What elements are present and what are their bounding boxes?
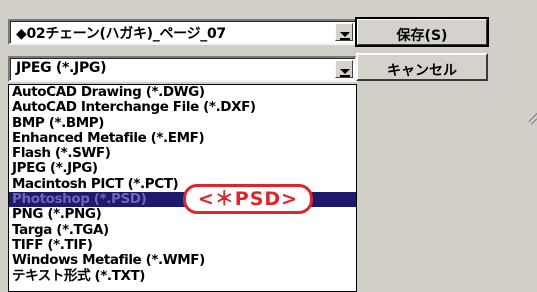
filename-combobox[interactable]: ◆02チェーン(ハガキ)_ページ_07 bbox=[8, 19, 357, 45]
save-button[interactable]: 保存(S) bbox=[355, 17, 489, 47]
list-item[interactable]: Targa (*.TGA) bbox=[9, 222, 356, 238]
list-item[interactable]: TIFF (*.TIF) bbox=[9, 237, 356, 253]
filename-value: ◆02チェーン(ハガキ)_ページ_07 bbox=[16, 26, 226, 42]
cancel-button[interactable]: キャンセル bbox=[356, 53, 488, 81]
filetype-combobox[interactable]: JPEG (*.JPG) bbox=[8, 56, 357, 82]
cancel-button-label: キャンセル bbox=[387, 63, 457, 79]
list-item[interactable]: Flash (*.SWF) bbox=[9, 146, 356, 161]
list-item[interactable]: JPEG (*.JPG) bbox=[9, 161, 356, 176]
filetype-value: JPEG (*.JPG) bbox=[16, 60, 107, 76]
list-item[interactable]: Windows Metafile (*.WMF) bbox=[9, 253, 356, 268]
psd-callout-label: <＊PSD> bbox=[183, 184, 313, 214]
save-button-label: 保存(S) bbox=[396, 28, 448, 44]
list-item[interactable]: テキスト形式 (*.TXT) bbox=[9, 268, 356, 284]
list-item[interactable]: AutoCAD Interchange File (*.DXF) bbox=[9, 100, 356, 115]
list-item[interactable]: AutoCAD Drawing (*.DWG) bbox=[9, 85, 356, 100]
list-item[interactable]: BMP (*.BMP) bbox=[9, 115, 356, 131]
save-dialog: ◆02チェーン(ハガキ)_ページ_07 JPEG (*.JPG) 保存(S) キ… bbox=[0, 0, 537, 292]
resize-grip-icon[interactable] bbox=[527, 112, 537, 125]
list-item[interactable]: Enhanced Metafile (*.EMF) bbox=[9, 130, 356, 146]
filetype-dropdown-arrow-icon[interactable] bbox=[335, 60, 353, 78]
filename-dropdown-arrow-icon[interactable] bbox=[335, 23, 353, 41]
